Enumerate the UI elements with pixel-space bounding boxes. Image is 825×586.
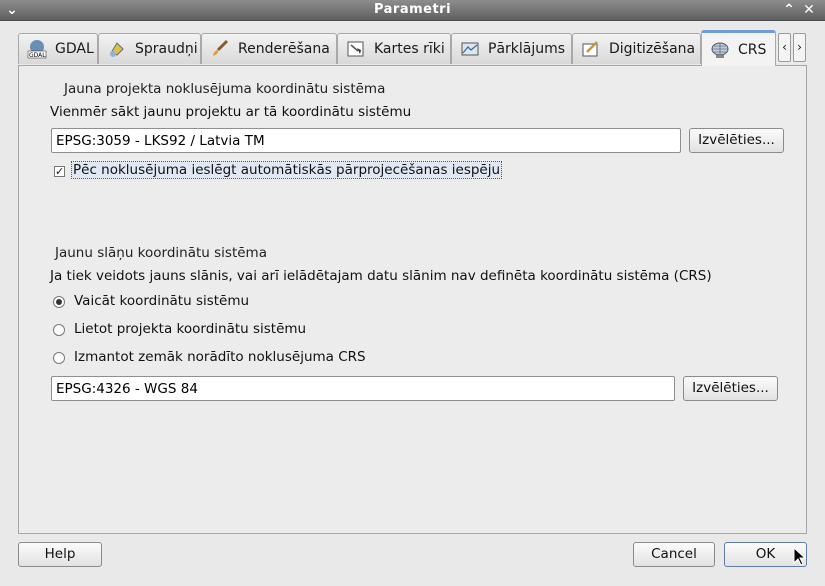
- project-crs-description: Vienmēr sākt jaunu projektu ar tā koordi…: [50, 104, 412, 120]
- title-bar[interactable]: ⌄ Parametri ⌃ ✕: [0, 0, 825, 21]
- digitize-icon: [582, 41, 598, 57]
- plugins-icon: [110, 42, 124, 57]
- globe-icon: [711, 42, 729, 58]
- radio-use-default-crs-label[interactable]: Izmantot zemāk norādīto noklusējuma CRS: [74, 349, 366, 365]
- crs-settings-panel: Jauna projekta noklusējuma koordinātu si…: [18, 65, 807, 534]
- mouse-cursor-icon: [793, 547, 807, 566]
- tab-digitizing[interactable]: Digitizēšana: [572, 33, 701, 64]
- tab-label: Digitizēšana: [609, 41, 696, 57]
- svg-text:GDAL: GDAL: [29, 52, 46, 59]
- brush-icon: [213, 39, 229, 56]
- layer-crs-description: Ja tiek veidots jauns slānis, vai arī ie…: [50, 268, 712, 284]
- overlay-icon: [461, 42, 479, 56]
- tab-scroll-right-button[interactable]: ›: [793, 33, 806, 62]
- window-title: Parametri: [373, 2, 452, 17]
- tab-plugins[interactable]: Spraudņi: [98, 33, 201, 64]
- tab-gdal[interactable]: GDAL GDAL: [18, 33, 98, 64]
- maximize-icon[interactable]: ⌃: [781, 2, 797, 18]
- auto-reproject-text: Pēc noklusējuma ieslēgt automātiskās pār…: [70, 161, 503, 179]
- auto-reproject-checkbox[interactable]: ✓: [54, 166, 65, 177]
- gdal-icon: GDAL: [27, 40, 47, 59]
- radio-use-project-crs-label[interactable]: Lietot projekta koordinātu sistēmu: [74, 321, 306, 337]
- tab-rendering[interactable]: Renderēšana: [201, 33, 337, 64]
- tab-scroll-left-button[interactable]: ‹: [778, 33, 791, 62]
- cancel-button[interactable]: Cancel: [633, 542, 715, 567]
- project-crs-select-button[interactable]: Izvēlēties...: [689, 128, 784, 153]
- radio-prompt-crs-label[interactable]: Vaicāt koordinātu sistēmu: [74, 293, 249, 309]
- radio-use-project-crs[interactable]: [53, 324, 65, 336]
- default-crs-field[interactable]: [51, 376, 675, 401]
- project-crs-field[interactable]: [51, 128, 681, 153]
- radio-prompt-crs[interactable]: [53, 296, 65, 308]
- project-crs-group-title: Jauna projekta noklusējuma koordinātu si…: [64, 81, 386, 97]
- tab-label: Pārklājums: [488, 41, 566, 57]
- tab-label: Kartes rīki: [374, 41, 445, 57]
- tab-overlay[interactable]: Pārklājums: [451, 33, 572, 64]
- tab-bar: GDAL GDAL Spraudņi Renderēšana Kartes rī…: [18, 30, 808, 66]
- auto-reproject-label[interactable]: Pēc noklusējuma ieslēgt automātiskās pār…: [70, 161, 503, 179]
- help-button[interactable]: Help: [18, 542, 102, 567]
- map-tools-icon: [347, 41, 364, 57]
- default-crs-select-button[interactable]: Izvēlēties...: [683, 376, 778, 401]
- tab-label: Renderēšana: [238, 41, 330, 57]
- layer-crs-group-title: Jaunu slāņu koordinātu sistēma: [55, 245, 267, 261]
- radio-use-default-crs[interactable]: [53, 352, 65, 364]
- tab-label: CRS: [738, 41, 767, 58]
- close-icon[interactable]: ✕: [801, 2, 817, 18]
- tab-label: GDAL: [55, 41, 94, 57]
- tab-crs[interactable]: CRS: [701, 30, 776, 66]
- tab-map-tools[interactable]: Kartes rīki: [337, 33, 451, 64]
- tab-label: Spraudņi: [135, 41, 198, 57]
